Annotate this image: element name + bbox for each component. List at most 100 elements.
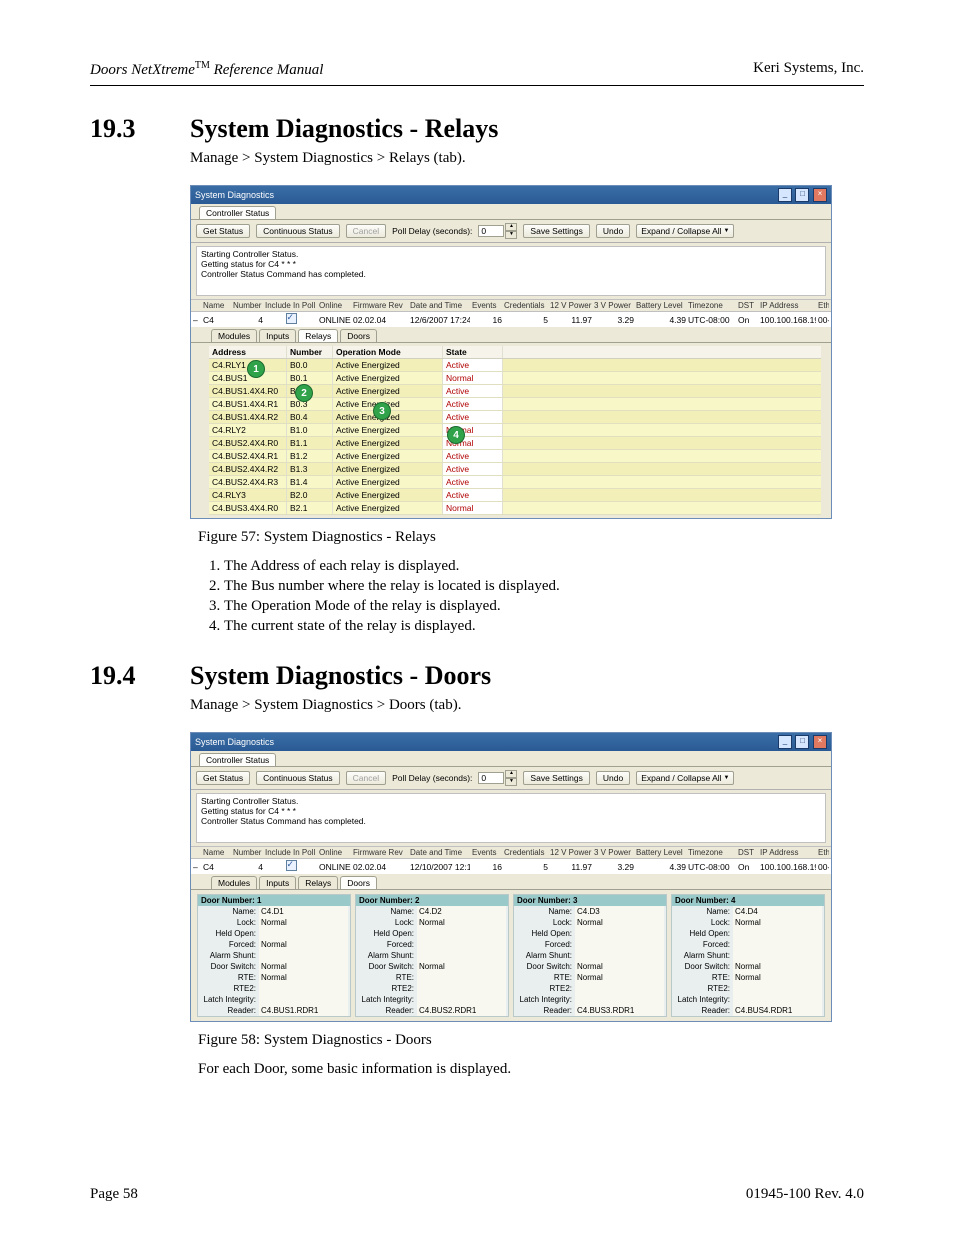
controller-row[interactable]: – C4 4 ONLINE 02.02.04 12/6/2007 17:24 1…: [191, 312, 831, 327]
tab-modules[interactable]: Modules: [211, 876, 257, 889]
cancel-button[interactable]: Cancel: [346, 224, 386, 238]
cell: 02.02.04: [353, 862, 408, 872]
page-number: Page 58: [90, 1186, 138, 1203]
relay-operation-mode: Active Energized: [333, 502, 443, 514]
undo-button[interactable]: Undo: [596, 771, 630, 785]
relay-number: B0.1: [287, 372, 333, 384]
door-rte2: [575, 983, 664, 994]
cell: 100.100.168.192: [760, 862, 816, 872]
relay-row[interactable]: C4.BUS2.4X4.R1B1.2Active EnergizedActive: [209, 450, 821, 463]
save-settings-button[interactable]: Save Settings: [523, 224, 589, 238]
include-in-poll-checkbox[interactable]: [265, 860, 317, 873]
cell: 4.39: [636, 315, 686, 325]
tab-controller-status[interactable]: Controller Status: [199, 753, 276, 766]
relay-state: Active: [443, 489, 503, 501]
tab-doors[interactable]: Doors: [340, 329, 377, 342]
expand-collapse-button[interactable]: Expand / Collapse All▼: [636, 224, 734, 238]
controller-row[interactable]: – C4 4 ONLINE 02.02.04 12/10/2007 12:13 …: [191, 859, 831, 874]
tab-relays[interactable]: Relays: [298, 876, 338, 889]
tab-inputs[interactable]: Inputs: [259, 329, 296, 342]
continuous-status-button[interactable]: Continuous Status: [256, 224, 339, 238]
door-latch-integrity: [259, 994, 348, 1005]
cell: 4: [233, 862, 263, 872]
relay-row[interactable]: C4.BUS3.4X4.R0B2.1Active EnergizedNormal: [209, 502, 821, 515]
include-in-poll-checkbox[interactable]: [265, 313, 317, 326]
door-switch: Normal: [733, 961, 822, 972]
grid-col: 3 V Power: [594, 848, 634, 857]
minimize-icon[interactable]: _: [778, 735, 792, 749]
door-label: Held Open:: [674, 928, 733, 939]
ref-suffix: Reference Manual: [210, 62, 324, 78]
get-status-button[interactable]: Get Status: [196, 224, 250, 238]
door-label: Alarm Shunt:: [516, 950, 575, 961]
minimize-icon[interactable]: _: [778, 188, 792, 202]
relay-address: C4.BUS2.4X4.R0: [209, 437, 287, 449]
grid-col: Events: [472, 848, 502, 857]
cell: ONLINE: [319, 315, 351, 325]
spin-down-icon[interactable]: ▼: [505, 778, 517, 786]
get-status-button[interactable]: Get Status: [196, 771, 250, 785]
close-icon[interactable]: ×: [813, 735, 827, 749]
relay-row[interactable]: C4.RLY3B2.0Active EnergizedActive: [209, 489, 821, 502]
undo-button[interactable]: Undo: [596, 224, 630, 238]
note-item: The Address of each relay is displayed.: [224, 558, 864, 575]
tab-inputs[interactable]: Inputs: [259, 876, 296, 889]
door-card: Door Number: 3Name:C4.D3Lock:NormalHeld …: [513, 894, 667, 1017]
cell: 12/10/2007 12:13: [410, 862, 470, 872]
grid-col: Number: [233, 301, 263, 310]
relay-row[interactable]: C4.BUS2.4X4.R2B1.3Active EnergizedActive: [209, 463, 821, 476]
toolbar: Get Status Continuous Status Cancel Poll…: [191, 767, 831, 790]
cell: C4: [203, 315, 231, 325]
expand-toggle[interactable]: –: [193, 315, 201, 325]
cell: C4: [203, 862, 231, 872]
door-label: Forced:: [516, 939, 575, 950]
spin-down-icon[interactable]: ▼: [505, 231, 517, 239]
col-address: Address: [209, 346, 287, 358]
maximize-icon[interactable]: □: [795, 735, 809, 749]
door-label: RTE:: [200, 972, 259, 983]
tab-doors[interactable]: Doors: [340, 876, 377, 889]
relay-state: Active: [443, 450, 503, 462]
cancel-button[interactable]: Cancel: [346, 771, 386, 785]
door-held-open: [733, 928, 822, 939]
status-line: Controller Status Command has completed.: [201, 816, 821, 826]
relay-row[interactable]: C4.RLY2B1.0Active EnergizedNormal: [209, 424, 821, 437]
relay-row[interactable]: C4.BUS2.4X4.R3B1.4Active EnergizedActive: [209, 476, 821, 489]
tab-relays[interactable]: Relays: [298, 329, 338, 342]
poll-delay-input[interactable]: [478, 772, 504, 784]
relay-row[interactable]: C4.BUS1B0.1Active EnergizedNormal: [209, 372, 821, 385]
poll-delay-input[interactable]: [478, 225, 504, 237]
relay-operation-mode: Active Energized: [333, 372, 443, 384]
continuous-status-button[interactable]: Continuous Status: [256, 771, 339, 785]
door-reader: C4.BUS4.RDR1: [733, 1005, 822, 1016]
spin-up-icon[interactable]: ▲: [505, 770, 517, 778]
cell: ONLINE: [319, 862, 351, 872]
note-item: The Bus number where the relay is locate…: [224, 578, 864, 595]
section-193-number: 19.3: [90, 114, 160, 144]
callout-2: 2: [295, 384, 313, 402]
expand-collapse-button[interactable]: Expand / Collapse All▼: [636, 771, 734, 785]
tab-controller-status[interactable]: Controller Status: [199, 206, 276, 219]
cell: 02.02.04: [353, 315, 408, 325]
door-label: Forced:: [674, 939, 733, 950]
controller-grid-header: Name Number Include In Poll Online Firmw…: [191, 299, 831, 312]
door-label: Held Open:: [516, 928, 575, 939]
close-icon[interactable]: ×: [813, 188, 827, 202]
relay-row[interactable]: C4.RLY1B0.0Active EnergizedActive: [209, 359, 821, 372]
poll-delay-spinner[interactable]: ▲▼: [478, 223, 517, 239]
relay-number: B2.1: [287, 502, 333, 514]
cell: 5: [504, 315, 548, 325]
chevron-down-icon: ▼: [724, 228, 730, 234]
relay-row[interactable]: C4.BUS1.4X4.R2B0.4Active EnergizedActive: [209, 411, 821, 424]
door-label: Lock:: [674, 917, 733, 928]
trademark: TM: [195, 60, 210, 71]
expand-toggle[interactable]: –: [193, 862, 201, 872]
poll-delay-spinner[interactable]: ▲▼: [478, 770, 517, 786]
cell: On: [738, 315, 758, 325]
spin-up-icon[interactable]: ▲: [505, 223, 517, 231]
save-settings-button[interactable]: Save Settings: [523, 771, 589, 785]
maximize-icon[interactable]: □: [795, 188, 809, 202]
tab-modules[interactable]: Modules: [211, 329, 257, 342]
cell: UTC-08:00: [688, 862, 736, 872]
relay-row[interactable]: C4.BUS2.4X4.R0B1.1Active EnergizedNormal: [209, 437, 821, 450]
